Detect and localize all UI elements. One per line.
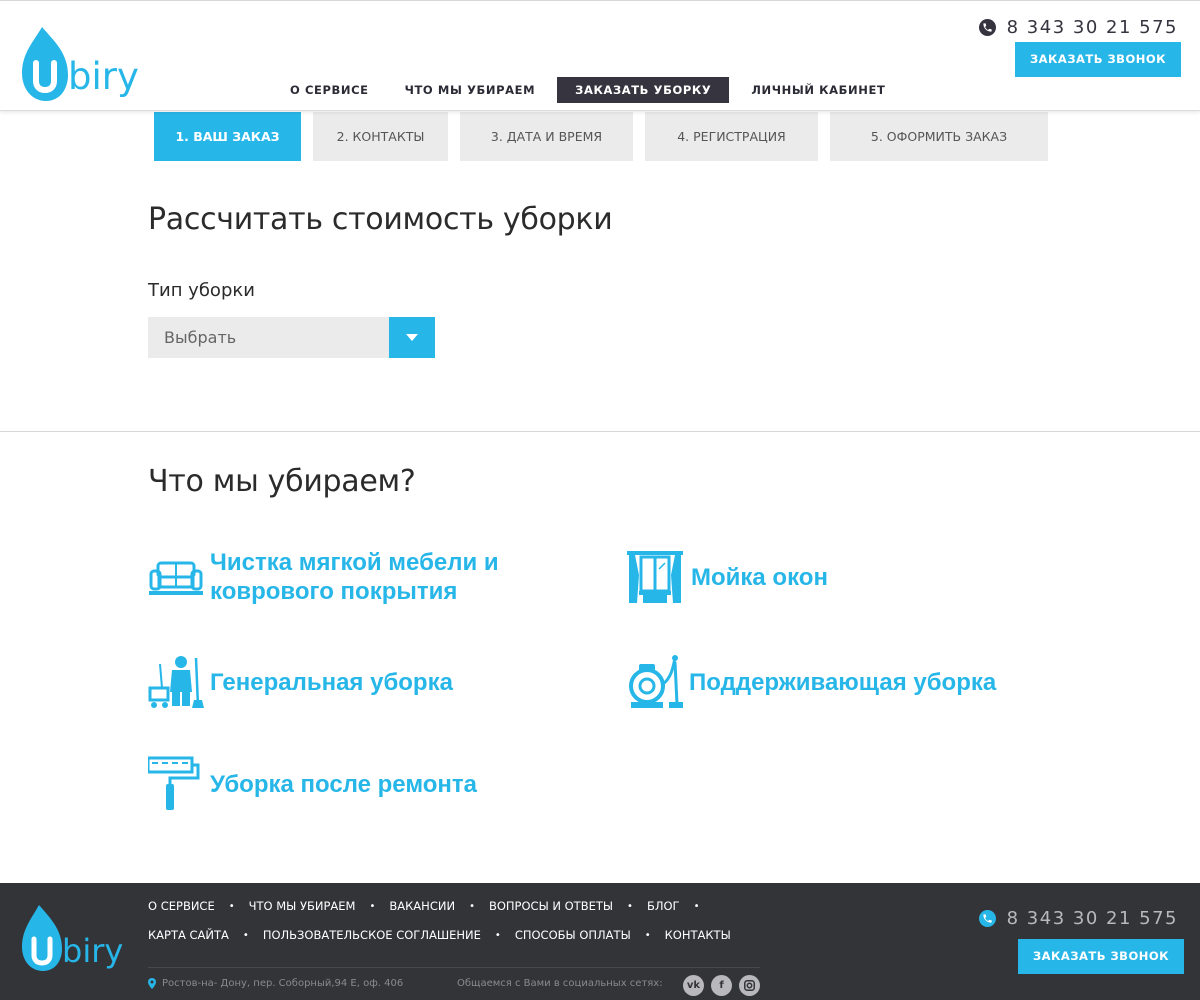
facebook-icon[interactable]: f bbox=[711, 975, 732, 996]
cleaner-icon bbox=[148, 656, 204, 708]
phone-icon bbox=[978, 19, 996, 36]
cleaning-type-label: Тип уборки bbox=[148, 280, 255, 301]
footer-links-row2: КАРТА САЙТА • ПОЛЬЗОВАТЕЛЬСКОЕ СОГЛАШЕНИЕ… bbox=[148, 928, 731, 942]
footer-address: Ростов-на- Дону, пер. Соборный,94 Е, оф.… bbox=[148, 978, 403, 989]
step-contacts[interactable]: 2. КОНТАКТЫ bbox=[313, 112, 448, 161]
vk-icon[interactable]: vk bbox=[683, 975, 704, 996]
nav-what-we-clean[interactable]: ЧТО МЫ УБИРАЕМ bbox=[387, 77, 554, 103]
site-header: biry О СЕРВИСЕ ЧТО МЫ УБИРАЕМ ЗАКАЗАТЬ У… bbox=[0, 0, 1200, 111]
window-icon bbox=[627, 551, 683, 603]
cleaning-type-select[interactable]: Выбрать bbox=[148, 317, 435, 358]
footer-link-vacancies[interactable]: ВАКАНСИИ bbox=[389, 899, 455, 913]
footer-link-user-agreement[interactable]: ПОЛЬЗОВАТЕЛЬСКОЕ СОГЛАШЕНИЕ bbox=[263, 928, 481, 942]
svg-text:biry: biry bbox=[62, 932, 123, 970]
header-phone[interactable]: 8 343 30 21 575 bbox=[978, 17, 1178, 38]
step-registration[interactable]: 4. РЕГИСТРАЦИЯ bbox=[645, 112, 818, 161]
sofa-icon bbox=[149, 561, 203, 595]
order-steps: 1. ВАШ ЗАКАЗ 2. КОНТАКТЫ 3. ДАТА И ВРЕМЯ… bbox=[154, 112, 1060, 161]
ubiry-logo[interactable]: biry bbox=[20, 23, 150, 107]
footer-link-sitemap[interactable]: КАРТА САЙТА bbox=[148, 928, 229, 942]
footer-phone[interactable]: 8 343 30 21 575 bbox=[978, 908, 1178, 929]
footer-link-blog[interactable]: БЛОГ bbox=[647, 899, 680, 913]
footer-link-about[interactable]: О СЕРВИСЕ bbox=[148, 899, 215, 913]
footer-links-row1: О СЕРВИСЕ • ЧТО МЫ УБИРАЕМ • ВАКАНСИИ • ВОП… bbox=[148, 899, 700, 913]
footer-link-faq[interactable]: ВОПРОСЫ И ОТВЕТЫ bbox=[489, 899, 613, 913]
main-nav: О СЕРВИСЕ ЧТО МЫ УБИРАЕМ ЗАКАЗАТЬ УБОРКУ… bbox=[272, 77, 903, 103]
nav-about[interactable]: О СЕРВИСЕ bbox=[272, 77, 387, 103]
nav-order-cleaning[interactable]: ЗАКАЗАТЬ УБОРКУ bbox=[557, 77, 730, 103]
phone-number: 8 343 30 21 575 bbox=[1006, 17, 1178, 38]
ubiry-logo[interactable]: biry bbox=[20, 903, 132, 978]
service-label: Поддерживающая уборка bbox=[689, 668, 997, 696]
nav-account[interactable]: ЛИЧНЫЙ КАБИНЕТ bbox=[733, 77, 903, 103]
service-upholstery[interactable]: Чистка мягкой мебели и коврового покрыти… bbox=[148, 548, 499, 606]
social-label: Общаемся с Вами в социальных сетях: bbox=[457, 978, 663, 989]
calculator-title: Рассчитать стоимость уборки bbox=[148, 202, 613, 237]
service-label: Чистка мягкой мебели и коврового покрыти… bbox=[210, 549, 499, 605]
phone-icon bbox=[978, 910, 996, 927]
paint-roller-icon bbox=[148, 756, 200, 810]
section-divider bbox=[0, 431, 1200, 432]
step-date-time[interactable]: 3. ДАТА И ВРЕМЯ bbox=[460, 112, 633, 161]
footer-request-call-button[interactable]: ЗАКАЗАТЬ ЗВОНОК bbox=[1018, 939, 1184, 974]
service-maintenance-cleaning[interactable]: Поддерживающая уборка bbox=[627, 654, 996, 710]
location-pin-icon bbox=[148, 978, 156, 989]
select-value: Выбрать bbox=[164, 328, 237, 347]
service-label: Уборка после ремонта bbox=[210, 770, 478, 798]
vacuum-icon bbox=[629, 655, 683, 708]
service-post-renovation[interactable]: Уборка после ремонта bbox=[148, 756, 477, 812]
service-label: Мойка окон bbox=[691, 563, 828, 591]
phone-number: 8 343 30 21 575 bbox=[1006, 908, 1178, 929]
svg-text:biry: biry bbox=[68, 55, 139, 98]
service-label: Генеральная уборка bbox=[210, 668, 453, 696]
footer-divider bbox=[148, 967, 760, 968]
footer-link-contacts[interactable]: КОНТАКТЫ bbox=[665, 928, 731, 942]
step-your-order[interactable]: 1. ВАШ ЗАКАЗ bbox=[154, 112, 301, 161]
instagram-icon[interactable] bbox=[739, 975, 760, 996]
footer-link-what-we-clean[interactable]: ЧТО МЫ УБИРАЕМ bbox=[249, 899, 356, 913]
chevron-down-icon[interactable] bbox=[389, 317, 435, 358]
footer-link-payment-methods[interactable]: СПОСОБЫ ОПЛАТЫ bbox=[515, 928, 631, 942]
service-window-washing[interactable]: Мойка окон bbox=[627, 549, 828, 605]
step-checkout[interactable]: 5. ОФОРМИТЬ ЗАКАЗ bbox=[830, 112, 1048, 161]
services-title: Что мы убираем? bbox=[148, 464, 416, 499]
request-call-button[interactable]: ЗАКАЗАТЬ ЗВОНОК bbox=[1015, 42, 1181, 77]
service-general-cleaning[interactable]: Генеральная уборка bbox=[148, 654, 453, 710]
